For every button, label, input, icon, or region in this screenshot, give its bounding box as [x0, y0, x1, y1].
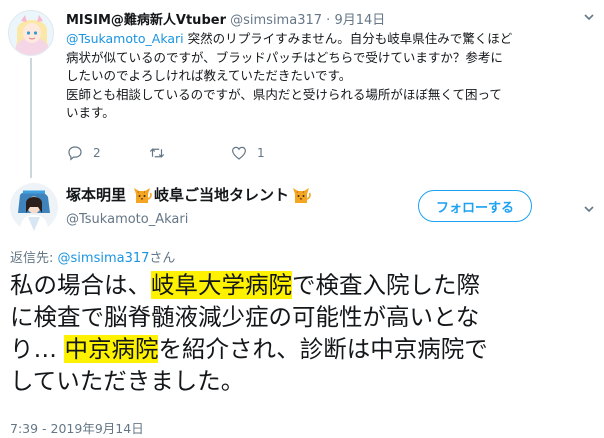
display-name[interactable]: 塚本明里 岐阜ご当地タレント [66, 184, 313, 205]
tweet-text-segment: 私の場合は、 [10, 271, 151, 299]
tweet-text-line: に検査で脳脊髄液減少症の可能性が高いとな [10, 301, 600, 333]
tweet-text-line: り… 中京病院を紹介され、診断は中京病院で [10, 333, 600, 365]
avatar[interactable] [8, 10, 54, 56]
tweet-text-line: していただきました。 [10, 365, 600, 397]
replying-to-label: 返信先: [10, 251, 58, 266]
chevron-down-icon[interactable] [582, 202, 596, 216]
highlighted-text: 岐阜大学病院 [151, 271, 292, 299]
separator-dot: · [326, 13, 331, 28]
tweet-text-line: したいのでよろしければ教えていただきたいです。 [66, 68, 352, 83]
retweet-button[interactable] [148, 142, 166, 164]
mention-link[interactable]: @Tsukamoto_Akari [66, 31, 184, 46]
user-handle[interactable]: @Tsukamoto_Akari [66, 212, 188, 227]
cat-emoji-icon [293, 187, 311, 203]
user-handle[interactable]: @simsima317 [230, 13, 322, 28]
profile-photo-icon [10, 183, 58, 231]
tweet-text: @Tsukamoto_Akari 突然のリプライすみません。自分も岐阜県住みで驚… [66, 30, 591, 123]
reply-button[interactable]: 2 [66, 142, 101, 164]
tweet-text-segment: で検査入院した際 [292, 271, 480, 299]
thread-connector-line [30, 58, 32, 178]
parent-tweet[interactable]: MISIM@難病新人Vtuber @simsima317 · 9月14日 @Ts… [0, 0, 604, 178]
tweet-timestamp[interactable]: 7:39 - 2019年9月14日 [10, 418, 144, 437]
tweet-text-line: 私の場合は、岐阜大学病院で検査入院した際 [10, 269, 600, 301]
like-button[interactable]: 1 [230, 142, 265, 164]
tweet-text-line: 医師とも相談しているのですが、県内だと受けられる場所がほぼ無くて困って [66, 86, 502, 102]
like-count: 1 [257, 146, 265, 160]
tweet-text-line: @Tsukamoto_Akari 突然のリプライすみません。自分も岐阜県住みで驚… [66, 30, 591, 49]
reply-count: 2 [93, 146, 101, 160]
tweet-header: MISIM@難病新人Vtuber @simsima317 · 9月14日 [66, 9, 574, 28]
tweet-actions: 2 1 [66, 142, 366, 164]
follow-button[interactable]: フォローする [418, 190, 532, 222]
tweet-text-line: 病状が似ているのですが、ブラッドパッチはどちらで受けていますか？参考に [66, 49, 503, 65]
tweet-text: 私の場合は、岐阜大学病院で検査入院した際 に検査で脳脊髄液減少症の可能性が高いと… [10, 269, 600, 397]
cat-emoji-icon [134, 187, 152, 203]
tweet-text-segment: り… [10, 335, 65, 363]
display-name[interactable]: MISIM@難病新人Vtuber [66, 13, 226, 28]
tweet-text-segment: に検査で脳脊髄液減少症の可能性が高いとな [10, 303, 480, 331]
tweet-date[interactable]: 9月14日 [334, 13, 385, 28]
mention-link[interactable]: @simsima317 [58, 251, 150, 266]
tweet-text-line: います。 [66, 105, 115, 120]
heart-icon [232, 146, 246, 160]
reply-icon [68, 146, 82, 161]
tweet-text-segment: していただきました。 [10, 367, 245, 395]
tweet-text-segment: 突然のリプライすみません。自分も岐阜県住みで驚くほど [183, 31, 513, 46]
chevron-down-icon[interactable] [582, 10, 596, 24]
avatar[interactable] [10, 183, 58, 231]
replying-to-suffix: さん [149, 251, 176, 266]
display-name-text: 岐阜ご当地タレント [154, 186, 290, 204]
replying-to: 返信先: @simsima317さん [10, 247, 175, 266]
highlighted-text: 中京病院 [64, 335, 159, 363]
retweet-icon [149, 148, 165, 158]
display-name-text: 塚本明里 [66, 186, 127, 204]
vtuber-avatar-icon [9, 11, 53, 55]
tweet-text-segment: を紹介され、診断は中京病院で [158, 335, 488, 363]
